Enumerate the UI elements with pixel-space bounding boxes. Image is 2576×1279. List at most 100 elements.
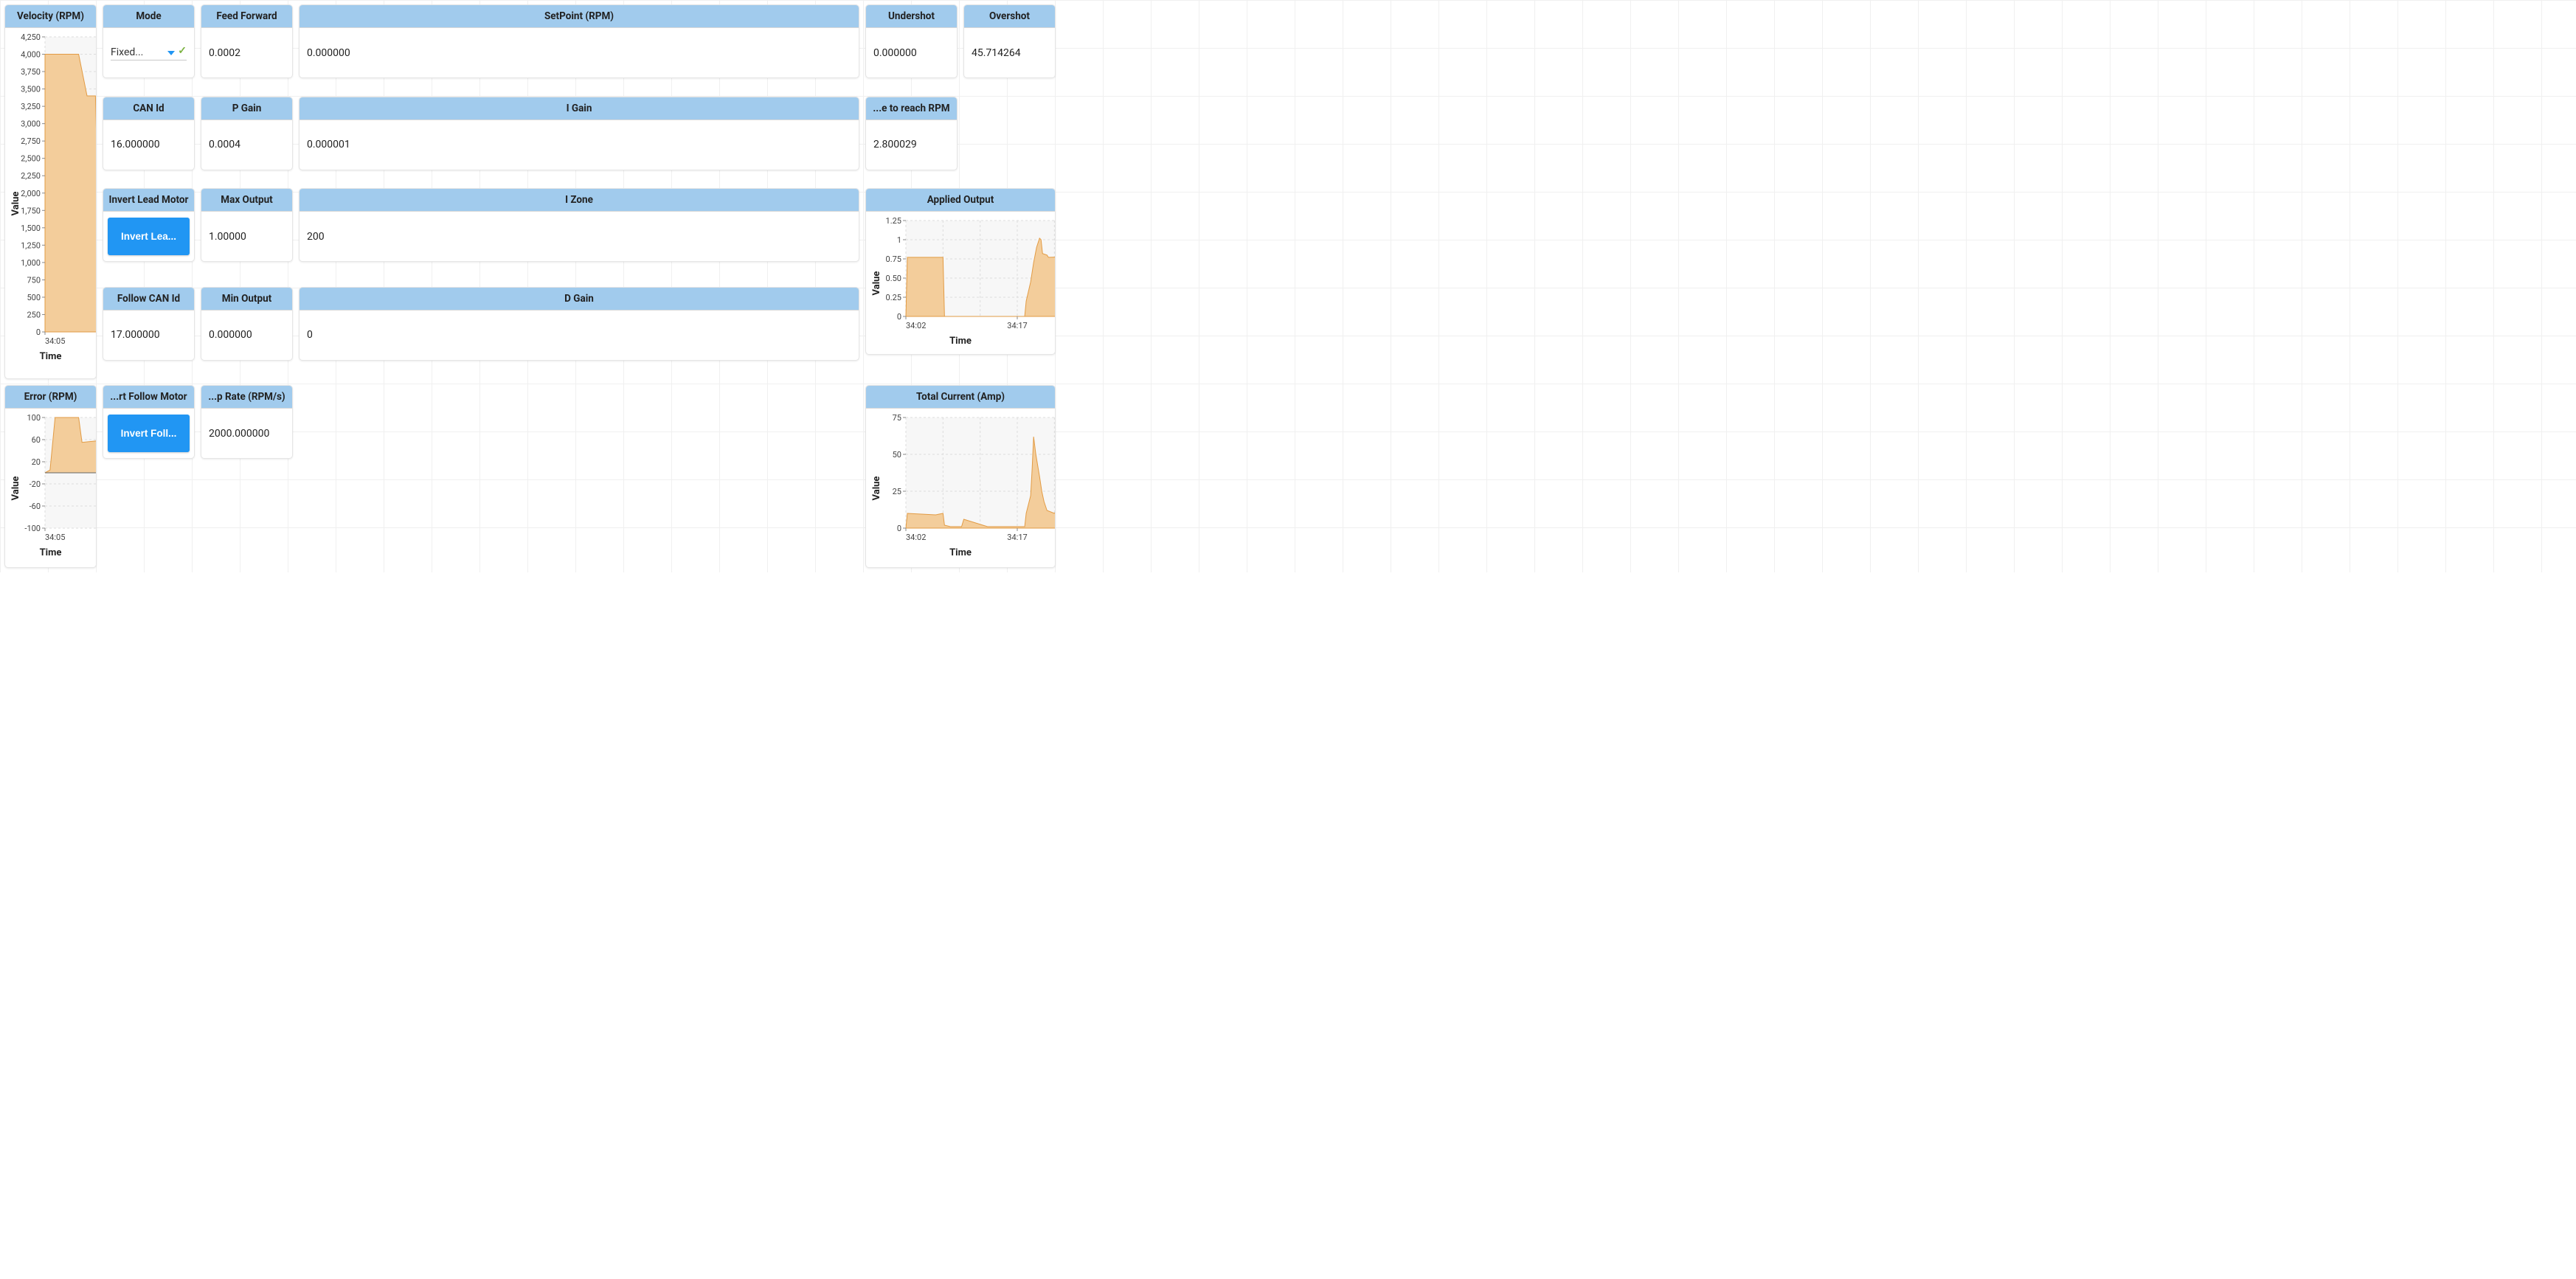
value-readout[interactable]: 0.000000 <box>209 329 252 341</box>
chart-title: Total Current (Amp) <box>866 386 1055 409</box>
svg-text:3,750: 3,750 <box>21 67 41 77</box>
mode-combo[interactable]: Fixed... ✓ <box>111 45 187 60</box>
tile-i-gain: I Gain 0.000001 <box>299 97 859 170</box>
value-readout: 45.714264 <box>972 47 1021 59</box>
tile-min-output: Min Output 0.000000 <box>201 287 293 361</box>
svg-text:4,250: 4,250 <box>21 32 41 42</box>
value-readout[interactable]: 0.0004 <box>209 139 240 150</box>
svg-text:2,000: 2,000 <box>21 189 41 198</box>
svg-text:1.25: 1.25 <box>886 216 901 226</box>
chart-svg-applied[interactable]: 00.250.500.7511.2534:0234:1734:32 <box>870 216 1056 334</box>
tile-i-zone: I Zone 200 <box>299 188 859 262</box>
svg-text:2,250: 2,250 <box>21 171 41 181</box>
tile-setpoint: SetPoint (RPM) 0.000000 <box>299 4 859 78</box>
tile-p-gain: P Gain 0.0004 <box>201 97 293 170</box>
tile-header: Feed Forward <box>201 5 292 28</box>
value-readout[interactable]: 17.000000 <box>111 329 160 341</box>
tile-header: P Gain <box>201 97 292 120</box>
value-readout[interactable]: 0.000001 <box>307 139 350 150</box>
svg-text:0.50: 0.50 <box>886 274 901 283</box>
svg-text:2,750: 2,750 <box>21 136 41 146</box>
x-axis-label: Time <box>870 547 1050 558</box>
svg-text:50: 50 <box>893 450 901 460</box>
svg-text:4,000: 4,000 <box>21 50 41 60</box>
tile-header: Overshot <box>964 5 1055 28</box>
tile-header: I Zone <box>300 189 859 212</box>
tile-header: Undershot <box>866 5 957 28</box>
svg-text:750: 750 <box>27 275 41 285</box>
chart-title: Velocity (RPM) <box>5 5 96 28</box>
tile-header: CAN Id <box>103 97 194 120</box>
svg-text:1: 1 <box>897 235 901 245</box>
svg-text:-20: -20 <box>30 479 41 489</box>
svg-text:0.75: 0.75 <box>886 254 901 264</box>
svg-text:0: 0 <box>36 327 41 337</box>
tile-header: Min Output <box>201 288 292 311</box>
invert-lead-button[interactable]: Invert Lea... <box>108 218 190 255</box>
y-axis-label: Value <box>871 271 882 295</box>
tile-follow-can-id: Follow CAN Id 17.000000 <box>103 287 195 361</box>
chart-title: Error (RPM) <box>5 386 96 409</box>
value-readout[interactable]: 200 <box>307 231 325 243</box>
x-axis-label: Time <box>870 336 1050 347</box>
svg-text:34:17: 34:17 <box>1007 533 1027 542</box>
value-readout[interactable]: 2000.000000 <box>209 428 269 440</box>
svg-text:2,500: 2,500 <box>21 154 41 164</box>
mode-body: Fixed... ✓ <box>103 28 194 77</box>
tile-can-id: CAN Id 16.000000 <box>103 97 195 170</box>
tile-header: SetPoint (RPM) <box>300 5 859 28</box>
tile-header: Invert Lead Motor <box>103 189 194 212</box>
tile-d-gain: D Gain 0 <box>299 287 859 361</box>
invert-follow-button[interactable]: Invert Foll... <box>108 415 190 452</box>
tile-header: Follow CAN Id <box>103 288 194 311</box>
svg-text:0: 0 <box>897 312 901 322</box>
svg-text:60: 60 <box>32 435 41 445</box>
value-readout[interactable]: 16.000000 <box>111 139 160 150</box>
value-readout[interactable]: 0.000000 <box>307 47 350 59</box>
x-axis-label: Time <box>10 547 91 558</box>
y-axis-label: Value <box>10 191 21 215</box>
svg-text:34:05: 34:05 <box>45 533 65 542</box>
value-readout[interactable]: 1.00000 <box>209 231 246 243</box>
chart-error: Error (RPM) Value -100-60-20206010034:05… <box>4 385 97 568</box>
svg-text:20: 20 <box>32 457 41 467</box>
tile-header: Mode <box>103 5 194 28</box>
svg-text:-60: -60 <box>30 502 41 511</box>
svg-text:500: 500 <box>27 293 41 302</box>
svg-text:34:05: 34:05 <box>45 336 65 346</box>
tile-time-to-rpm: ...e to reach RPM 2.800029 <box>865 97 958 170</box>
tile-header: D Gain <box>300 288 859 311</box>
tile-header: Max Output <box>201 189 292 212</box>
tile-header: I Gain <box>300 97 859 120</box>
y-axis-label: Value <box>10 476 21 500</box>
value-readout: 0.000000 <box>873 47 917 59</box>
value-readout[interactable]: 0.0002 <box>209 47 240 59</box>
tile-header: ...p Rate (RPM/s) <box>201 386 292 409</box>
svg-text:100: 100 <box>27 413 41 423</box>
chart-title: Applied Output <box>866 189 1055 212</box>
value-readout[interactable]: 0 <box>307 329 313 341</box>
tile-header: ...e to reach RPM <box>866 97 957 120</box>
svg-text:34:17: 34:17 <box>1007 321 1027 330</box>
chart-applied-output: Applied Output Value 0 0.25 0.50 0.75 1 1.25 3… <box>865 188 1056 355</box>
svg-text:75: 75 <box>893 413 901 423</box>
chart-svg-velocity[interactable]: 02505007501,0001,2501,5001,7502,0002,250… <box>10 32 97 350</box>
svg-text:0.25: 0.25 <box>886 293 901 302</box>
tile-overshot: Overshot 45.714264 <box>963 4 1056 78</box>
tile-undershot: Undershot 0.000000 <box>865 4 958 78</box>
tile-invert-follow: ...rt Follow Motor Invert Foll... <box>103 385 195 459</box>
chart-svg-current[interactable]: 025507534:0234:1734:32 <box>870 413 1056 546</box>
chevron-down-icon <box>167 51 175 55</box>
svg-text:0: 0 <box>897 524 901 533</box>
chart-svg-error[interactable]: -100-60-20206010034:0534:2034:35 <box>10 413 97 546</box>
svg-text:3,500: 3,500 <box>21 85 41 94</box>
mode-selected-value: Fixed... <box>111 46 165 58</box>
chart-total-current: Total Current (Amp) Value 025507534:0234… <box>865 385 1056 568</box>
svg-text:1,750: 1,750 <box>21 206 41 215</box>
tile-invert-lead: Invert Lead Motor Invert Lea... <box>103 188 195 262</box>
svg-text:3,000: 3,000 <box>21 119 41 129</box>
svg-text:1,000: 1,000 <box>21 258 41 268</box>
y-axis-label: Value <box>871 476 882 500</box>
svg-text:250: 250 <box>27 310 41 319</box>
x-axis-label: Time <box>10 351 91 362</box>
